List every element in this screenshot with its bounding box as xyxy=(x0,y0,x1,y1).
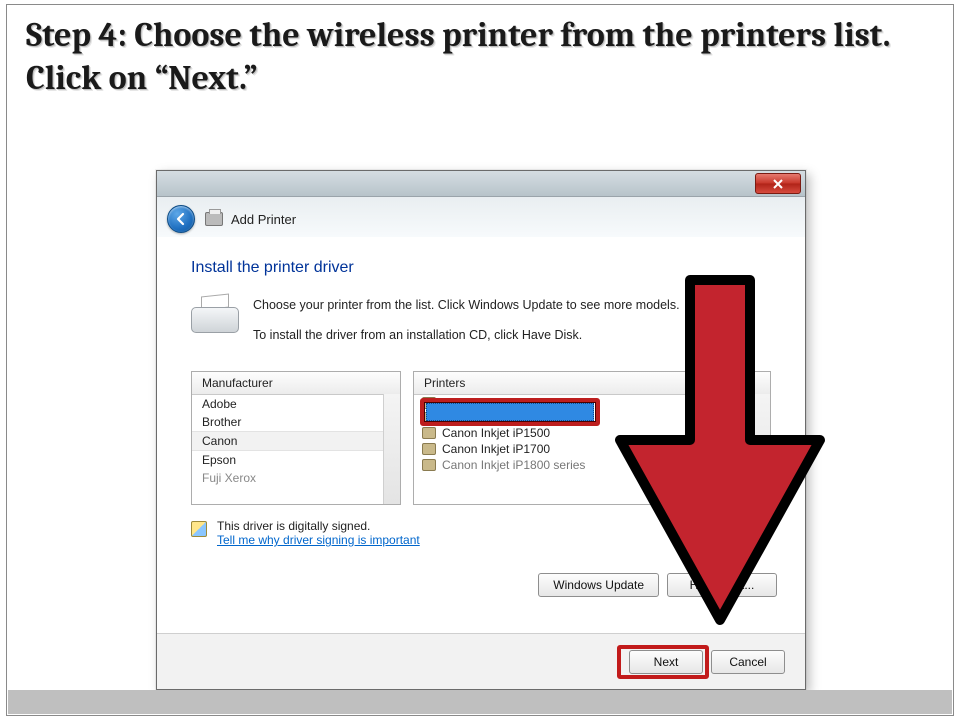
description-line-1: Choose your printer from the list. Click… xyxy=(253,295,680,315)
step-heading: Step 4: Choose the wireless printer from… xyxy=(26,14,934,99)
signed-text: This driver is digitally signed. xyxy=(217,519,420,533)
manufacturer-item[interactable]: Epson xyxy=(192,451,400,469)
scrollbar[interactable] xyxy=(383,394,400,504)
manufacturer-list: Adobe Brother Canon Epson Fuji Xerox xyxy=(192,395,400,487)
printer-row-icon xyxy=(422,443,436,455)
cancel-button[interactable]: Cancel xyxy=(711,650,785,674)
manufacturer-listbox[interactable]: Manufacturer Adobe Brother Canon Epson F… xyxy=(191,371,401,505)
dialog-header-row: Add Printer xyxy=(157,197,805,237)
dialog-title: Add Printer xyxy=(231,212,296,227)
manufacturer-item[interactable]: Fuji Xerox xyxy=(192,469,400,487)
back-button[interactable] xyxy=(167,205,195,233)
close-button[interactable] xyxy=(755,173,801,194)
dialog-heading: Install the printer driver xyxy=(191,259,771,277)
dialog-footer: Next Cancel xyxy=(157,633,805,689)
printer-row-icon xyxy=(422,427,436,439)
next-button[interactable]: Next xyxy=(629,650,703,674)
description-line-2: To install the driver from an installati… xyxy=(253,325,680,345)
printer-large-icon xyxy=(191,295,239,335)
page-footer-bar xyxy=(8,690,952,714)
lists-container: Manufacturer Adobe Brother Canon Epson F… xyxy=(191,371,771,505)
have-disk-button[interactable]: Have Disk... xyxy=(667,573,777,597)
signing-link[interactable]: Tell me why driver signing is important xyxy=(217,533,420,547)
printers-header: Printers xyxy=(414,372,770,395)
signed-row: This driver is digitally signed. Tell me… xyxy=(191,519,771,547)
manufacturer-item-selected[interactable]: Canon xyxy=(192,431,400,451)
printer-icon xyxy=(205,212,223,226)
printer-row-icon xyxy=(422,459,436,471)
manufacturer-item[interactable]: Brother xyxy=(192,413,400,431)
printer-item[interactable]: Canon Inkjet iP1500 xyxy=(414,425,770,441)
add-printer-dialog: Add Printer Install the printer driver C… xyxy=(156,170,806,690)
manufacturer-header: Manufacturer xyxy=(192,372,400,395)
scrollbar[interactable] xyxy=(753,394,770,504)
manufacturer-item[interactable]: Adobe xyxy=(192,395,400,413)
description-text: Choose your printer from the list. Click… xyxy=(253,295,680,345)
printer-item[interactable]: Canon Inkjet iP1700 xyxy=(414,441,770,457)
shield-icon xyxy=(191,521,207,537)
description-row: Choose your printer from the list. Click… xyxy=(191,295,771,345)
windows-update-button[interactable]: Windows Update xyxy=(538,573,659,597)
dialog-client: Add Printer Install the printer driver C… xyxy=(157,197,805,547)
selection-highlight xyxy=(426,403,594,421)
dialog-body: Install the printer driver Choose your p… xyxy=(157,237,805,547)
titlebar xyxy=(157,171,805,197)
printers-listbox[interactable]: Printers Canon Inkjet iP100 series Canon… xyxy=(413,371,771,505)
update-disk-buttons: Windows Update Have Disk... xyxy=(538,573,777,597)
printer-item[interactable]: Canon Inkjet iP1800 series xyxy=(414,457,770,473)
